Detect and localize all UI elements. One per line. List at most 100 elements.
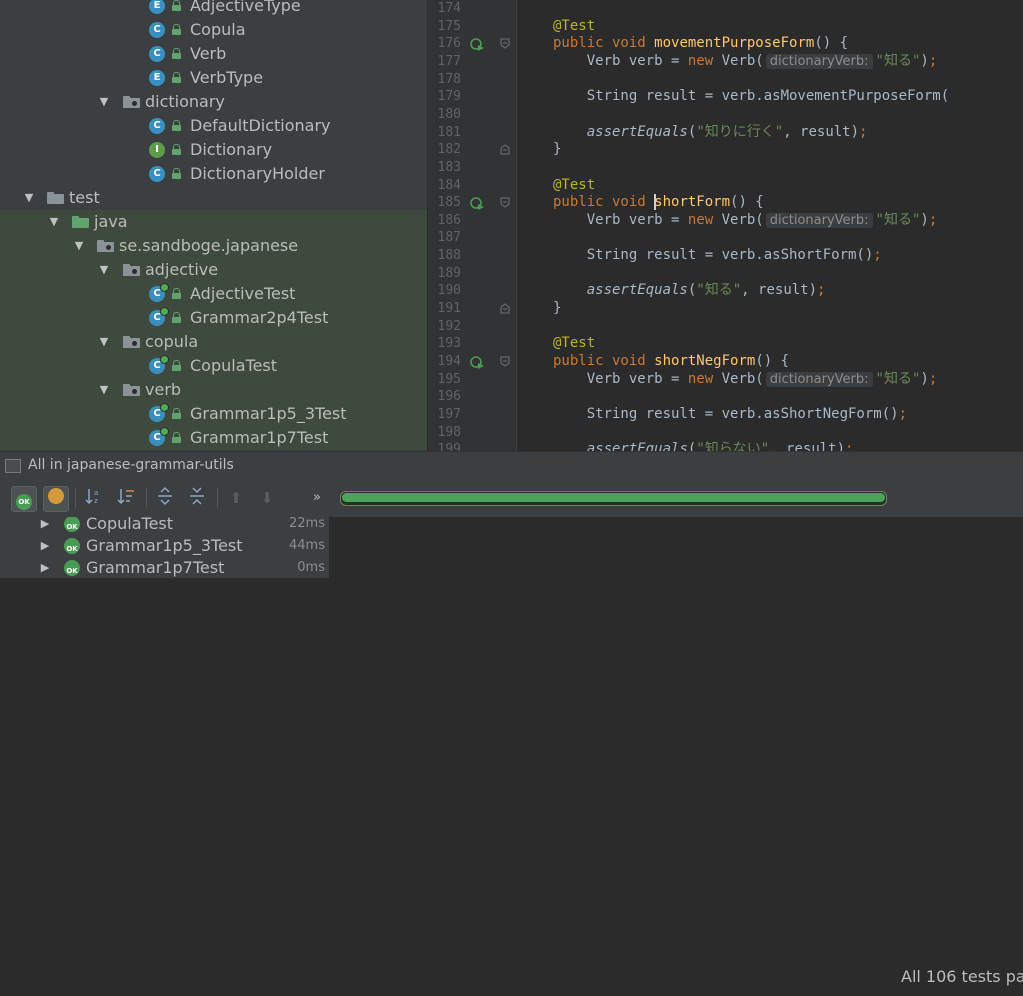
tree-item-adjectivetype[interactable]: E AdjectiveType — [0, 0, 427, 18]
run-tool-window-header[interactable]: All in japanese-grammar-utils — [0, 451, 1023, 480]
code-line[interactable]: 175 @Test — [428, 18, 1023, 36]
expand-arrow-icon[interactable]: ▼ — [97, 378, 111, 402]
code-line[interactable]: 197 String result = verb.asShortNegForm(… — [428, 406, 1023, 424]
tree-item-package-root[interactable]: ▼ se.sandboge.japanese — [0, 234, 427, 258]
code-line[interactable]: 194 public void shortNegForm() { — [428, 353, 1023, 371]
test-class-icon: C — [149, 307, 169, 326]
expand-arrow-icon[interactable]: ▼ — [97, 330, 111, 354]
fold-end-icon[interactable] — [500, 144, 510, 155]
code-line[interactable]: 179 String result = verb.asMovementPurpo… — [428, 88, 1023, 106]
code-line[interactable]: 176 public void movementPurposeForm() { — [428, 35, 1023, 53]
tree-item-grammar2p4test[interactable]: C Grammar2p4Test — [0, 306, 427, 330]
passed-ok-icon: OK — [64, 560, 80, 576]
tree-item-java-source-root[interactable]: ▼ java — [0, 210, 427, 234]
toolbar-separator — [217, 488, 218, 508]
line-number: 186 — [437, 212, 461, 228]
run-test-icon[interactable] — [470, 196, 484, 211]
tree-item-adjectivetest[interactable]: C AdjectiveTest — [0, 282, 427, 306]
expand-arrow-icon[interactable]: ▶ — [38, 517, 52, 535]
expand-arrow-icon[interactable]: ▼ — [72, 234, 86, 258]
code-line[interactable]: 178 — [428, 71, 1023, 89]
run-test-icon[interactable] — [470, 355, 484, 369]
lock-icon — [172, 168, 181, 179]
test-result-row[interactable]: ▶ OK Grammar1p7Test 0ms — [0, 557, 329, 578]
run-tab-title[interactable]: All in japanese-grammar-utils — [28, 452, 234, 479]
run-test-icon[interactable] — [470, 37, 484, 52]
test-result-name: Grammar1p7Test — [86, 558, 225, 577]
expand-arrow-icon[interactable]: ▶ — [38, 557, 52, 578]
sort-alphabetically-button[interactable]: az — [82, 486, 106, 510]
code-line[interactable]: 182 } — [428, 141, 1023, 159]
line-number: 193 — [437, 336, 461, 352]
expand-arrow-icon[interactable]: ▼ — [47, 210, 61, 234]
code-line[interactable]: 184 @Test — [428, 177, 1023, 195]
code-line[interactable]: 187 — [428, 229, 1023, 247]
code-line[interactable]: 181 assertEquals("知りに行く", result); — [428, 124, 1023, 142]
tree-item-dictionaryholder[interactable]: C DictionaryHolder — [0, 162, 427, 186]
test-result-row[interactable]: ▶ OK Grammar1p5_3Test 44ms — [0, 535, 329, 557]
fold-icon[interactable] — [500, 356, 510, 367]
next-failed-test-button[interactable]: ⬇ — [255, 486, 279, 510]
tree-item-verb-package[interactable]: ▼ verb — [0, 378, 427, 402]
code-line[interactable]: 177 Verb verb = new Verb(dictionaryVerb:… — [428, 53, 1023, 71]
svg-text:z: z — [94, 497, 98, 505]
tree-item-verb[interactable]: C Verb — [0, 42, 427, 66]
tree-item-copula[interactable]: C Copula — [0, 18, 427, 42]
tree-item-test-folder[interactable]: ▼ test — [0, 186, 427, 210]
code-line[interactable]: 191 } — [428, 300, 1023, 318]
tree-item-dictionary-interface[interactable]: I Dictionary — [0, 138, 427, 162]
code-line[interactable]: 199 assertEquals("知らない", result); — [428, 441, 1023, 451]
tree-item-grammar1p5-3test[interactable]: C Grammar1p5_3Test — [0, 402, 427, 426]
expand-arrow-icon[interactable]: ▶ — [38, 535, 52, 557]
test-console-output[interactable] — [330, 517, 1023, 578]
code-line[interactable]: 180 — [428, 106, 1023, 124]
line-number: 187 — [437, 230, 461, 246]
lock-icon — [172, 144, 181, 155]
previous-failed-test-button[interactable]: ⬆ — [224, 486, 248, 510]
code-line[interactable]: 183 — [428, 159, 1023, 177]
line-number: 176 — [437, 36, 461, 52]
code-line[interactable]: 185 public void shortForm() { — [428, 194, 1023, 212]
code-line[interactable]: 174 — [428, 0, 1023, 18]
code-line[interactable]: 188 String result = verb.asShortForm(); — [428, 247, 1023, 265]
test-result-name: Grammar1p5_3Test — [86, 536, 243, 555]
code-line[interactable]: 190 assertEquals("知る", result); — [428, 282, 1023, 300]
string-literal: "知る" — [875, 211, 921, 228]
code-line[interactable]: 186 Verb verb = new Verb(dictionaryVerb:… — [428, 212, 1023, 230]
tree-item-dictionary-package[interactable]: ▼ dictionary — [0, 90, 427, 114]
expand-all-button[interactable] — [153, 486, 177, 510]
code-line[interactable]: 198 — [428, 424, 1023, 442]
more-actions-button[interactable]: » — [305, 486, 329, 510]
parameter-hint: dictionaryVerb: — [765, 212, 873, 228]
fold-icon[interactable] — [500, 197, 510, 208]
code-line[interactable]: 189 — [428, 265, 1023, 283]
tree-item-grammar1p7test[interactable]: C Grammar1p7Test — [0, 426, 427, 450]
show-ignored-toggle[interactable] — [43, 486, 69, 512]
expand-arrow-icon[interactable]: ▼ — [97, 258, 111, 282]
expand-all-icon — [158, 486, 172, 506]
lock-icon — [172, 120, 181, 131]
class-icon: C — [149, 22, 165, 38]
expand-arrow-icon[interactable]: ▼ — [97, 90, 111, 114]
sort-by-duration-button[interactable] — [114, 486, 138, 510]
tree-item-verbtype[interactable]: E VerbType — [0, 66, 427, 90]
fold-end-icon[interactable] — [500, 303, 510, 314]
fold-icon[interactable] — [500, 38, 510, 49]
lock-icon — [172, 432, 181, 443]
show-passed-toggle[interactable]: OK — [11, 486, 37, 512]
test-class-icon: C — [149, 427, 169, 446]
test-result-row[interactable]: ▶ OK CopulaTest 22ms — [0, 517, 329, 535]
code-line[interactable]: 192 — [428, 318, 1023, 336]
code-text: @Test — [553, 335, 596, 352]
code-editor[interactable]: 174 175 @Test 176 public void movementPu… — [428, 0, 1023, 451]
string-literal: "知る" — [696, 282, 742, 299]
tree-item-copulatest[interactable]: C CopulaTest — [0, 354, 427, 378]
code-line[interactable]: 193 @Test — [428, 335, 1023, 353]
tree-item-copula-package[interactable]: ▼ copula — [0, 330, 427, 354]
expand-arrow-icon[interactable]: ▼ — [22, 186, 36, 210]
tree-item-defaultdictionary[interactable]: C DefaultDictionary — [0, 114, 427, 138]
tree-item-adjective-package[interactable]: ▼ adjective — [0, 258, 427, 282]
code-line[interactable]: 196 — [428, 388, 1023, 406]
collapse-all-button[interactable] — [185, 486, 209, 510]
code-line[interactable]: 195 Verb verb = new Verb(dictionaryVerb:… — [428, 371, 1023, 389]
